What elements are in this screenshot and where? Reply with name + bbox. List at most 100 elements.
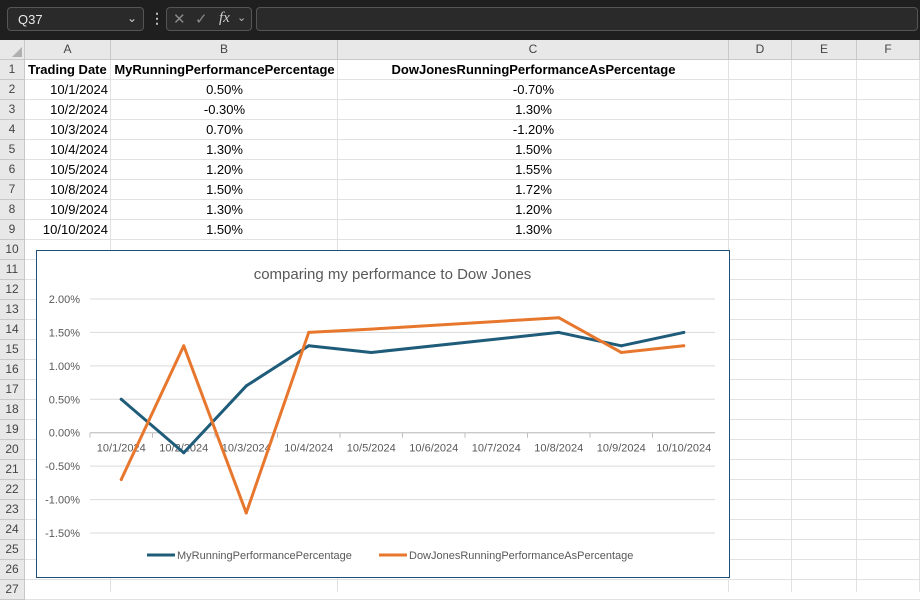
row-header-22[interactable]: 22 — [0, 480, 25, 500]
data-cell[interactable]: -1.20% — [338, 120, 729, 140]
chart-title: comparing my performance to Dow Jones — [254, 266, 532, 283]
data-cell[interactable]: 1.30% — [338, 220, 729, 240]
row-header-12[interactable]: 12 — [0, 280, 25, 300]
data-point[interactable] — [557, 316, 561, 320]
data-point[interactable] — [619, 350, 623, 354]
column-header-b[interactable]: B — [111, 40, 338, 60]
data-point[interactable] — [182, 451, 186, 455]
column-header-e[interactable]: E — [792, 40, 857, 60]
data-point[interactable] — [119, 397, 123, 401]
data-cell[interactable]: 0.50% — [111, 80, 338, 100]
column-header-d[interactable]: D — [729, 40, 792, 60]
data-cell[interactable]: 1.72% — [338, 180, 729, 200]
data-cell[interactable]: 1.30% — [111, 200, 338, 220]
data-point[interactable] — [557, 330, 561, 334]
data-cell[interactable]: 1.30% — [111, 140, 338, 160]
row-header-4[interactable]: 4 — [0, 120, 25, 140]
row-header-24[interactable]: 24 — [0, 520, 25, 540]
data-cell[interactable]: 1.20% — [338, 200, 729, 220]
formula-input[interactable] — [256, 7, 918, 31]
data-cell[interactable]: 1.50% — [111, 180, 338, 200]
x-tick-label: 10/6/2024 — [409, 443, 458, 455]
formula-controls: ✕ ✓ fx ⌄ — [166, 7, 252, 31]
name-box[interactable]: Q37 ⌄ — [7, 7, 144, 31]
more-options-icon[interactable]: ⋮ — [150, 10, 164, 27]
data-point[interactable] — [682, 344, 686, 348]
column-header-f[interactable]: F — [857, 40, 920, 60]
data-cell[interactable]: 10/8/2024 — [25, 180, 111, 200]
data-cell[interactable]: 10/1/2024 — [25, 80, 111, 100]
data-cell[interactable]: 10/10/2024 — [25, 220, 111, 240]
row-header-15[interactable]: 15 — [0, 340, 25, 360]
row-header-8[interactable]: 8 — [0, 200, 25, 220]
insert-function-icon[interactable]: fx — [219, 10, 230, 27]
row-header-13[interactable]: 13 — [0, 300, 25, 320]
header-cell[interactable]: MyRunningPerformancePercentage — [111, 60, 338, 80]
row-header-6[interactable]: 6 — [0, 160, 25, 180]
data-cell[interactable]: 1.50% — [111, 220, 338, 240]
chevron-down-icon[interactable]: ⌄ — [127, 11, 137, 25]
row-header-16[interactable]: 16 — [0, 360, 25, 380]
legend-label: MyRunningPerformancePercentage — [177, 550, 352, 562]
cancel-icon[interactable]: ✕ — [173, 10, 186, 28]
data-cell[interactable]: 10/5/2024 — [25, 160, 111, 180]
data-point[interactable] — [182, 344, 186, 348]
header-cell[interactable]: Trading Date — [25, 60, 111, 80]
row-header-17[interactable]: 17 — [0, 380, 25, 400]
y-tick-label: 1.50% — [49, 327, 80, 339]
data-point[interactable] — [307, 344, 311, 348]
row-header-21[interactable]: 21 — [0, 460, 25, 480]
data-point[interactable] — [682, 330, 686, 334]
select-all-corner[interactable] — [0, 40, 25, 60]
y-tick-label: -1.00% — [45, 495, 80, 507]
data-cell[interactable]: 10/2/2024 — [25, 100, 111, 120]
line-chart[interactable]: comparing my performance to Dow Jones 2.0… — [36, 250, 730, 578]
gridline — [25, 579, 920, 580]
row-header-11[interactable]: 11 — [0, 260, 25, 280]
data-cell[interactable]: 1.20% — [111, 160, 338, 180]
data-cell[interactable]: 10/3/2024 — [25, 120, 111, 140]
row-header-9[interactable]: 9 — [0, 220, 25, 240]
row-header-7[interactable]: 7 — [0, 180, 25, 200]
header-cell[interactable]: DowJonesRunningPerformanceAsPercentage — [338, 60, 729, 80]
x-tick-label: 10/3/2024 — [222, 443, 271, 455]
data-cell[interactable]: 0.70% — [111, 120, 338, 140]
data-cell[interactable]: -0.30% — [111, 100, 338, 120]
row-header-14[interactable]: 14 — [0, 320, 25, 340]
row-header-10[interactable]: 10 — [0, 240, 25, 260]
row-header-5[interactable]: 5 — [0, 140, 25, 160]
data-cell[interactable]: 10/4/2024 — [25, 140, 111, 160]
data-point[interactable] — [244, 511, 248, 515]
row-header-1[interactable]: 1 — [0, 60, 25, 80]
chevron-down-icon[interactable]: ⌄ — [237, 11, 246, 24]
column-header-c[interactable]: C — [338, 40, 729, 60]
data-point[interactable] — [119, 478, 123, 482]
y-tick-label: 0.50% — [49, 394, 80, 406]
x-tick-label: 10/4/2024 — [284, 443, 333, 455]
x-tick-label: 10/5/2024 — [347, 443, 396, 455]
data-point[interactable] — [369, 327, 373, 331]
data-cell[interactable]: 1.50% — [338, 140, 729, 160]
y-tick-label: 0.00% — [49, 428, 80, 440]
data-point[interactable] — [307, 330, 311, 334]
row-header-26[interactable]: 26 — [0, 560, 25, 580]
data-cell[interactable]: 1.55% — [338, 160, 729, 180]
row-header-23[interactable]: 23 — [0, 500, 25, 520]
series-line-2[interactable] — [119, 316, 686, 515]
x-tick-label: 10/9/2024 — [597, 443, 646, 455]
row-header-3[interactable]: 3 — [0, 100, 25, 120]
data-point[interactable] — [619, 344, 623, 348]
data-cell[interactable]: -0.70% — [338, 80, 729, 100]
data-cell[interactable]: 10/9/2024 — [25, 200, 111, 220]
row-header-27[interactable]: 27 — [0, 580, 25, 600]
row-header-25[interactable]: 25 — [0, 540, 25, 560]
data-cell[interactable]: 1.30% — [338, 100, 729, 120]
row-header-18[interactable]: 18 — [0, 400, 25, 420]
row-header-2[interactable]: 2 — [0, 80, 25, 100]
row-header-19[interactable]: 19 — [0, 420, 25, 440]
row-header-20[interactable]: 20 — [0, 440, 25, 460]
data-point[interactable] — [369, 350, 373, 354]
check-icon[interactable]: ✓ — [195, 10, 208, 28]
column-header-a[interactable]: A — [25, 40, 111, 60]
data-point[interactable] — [244, 384, 248, 388]
